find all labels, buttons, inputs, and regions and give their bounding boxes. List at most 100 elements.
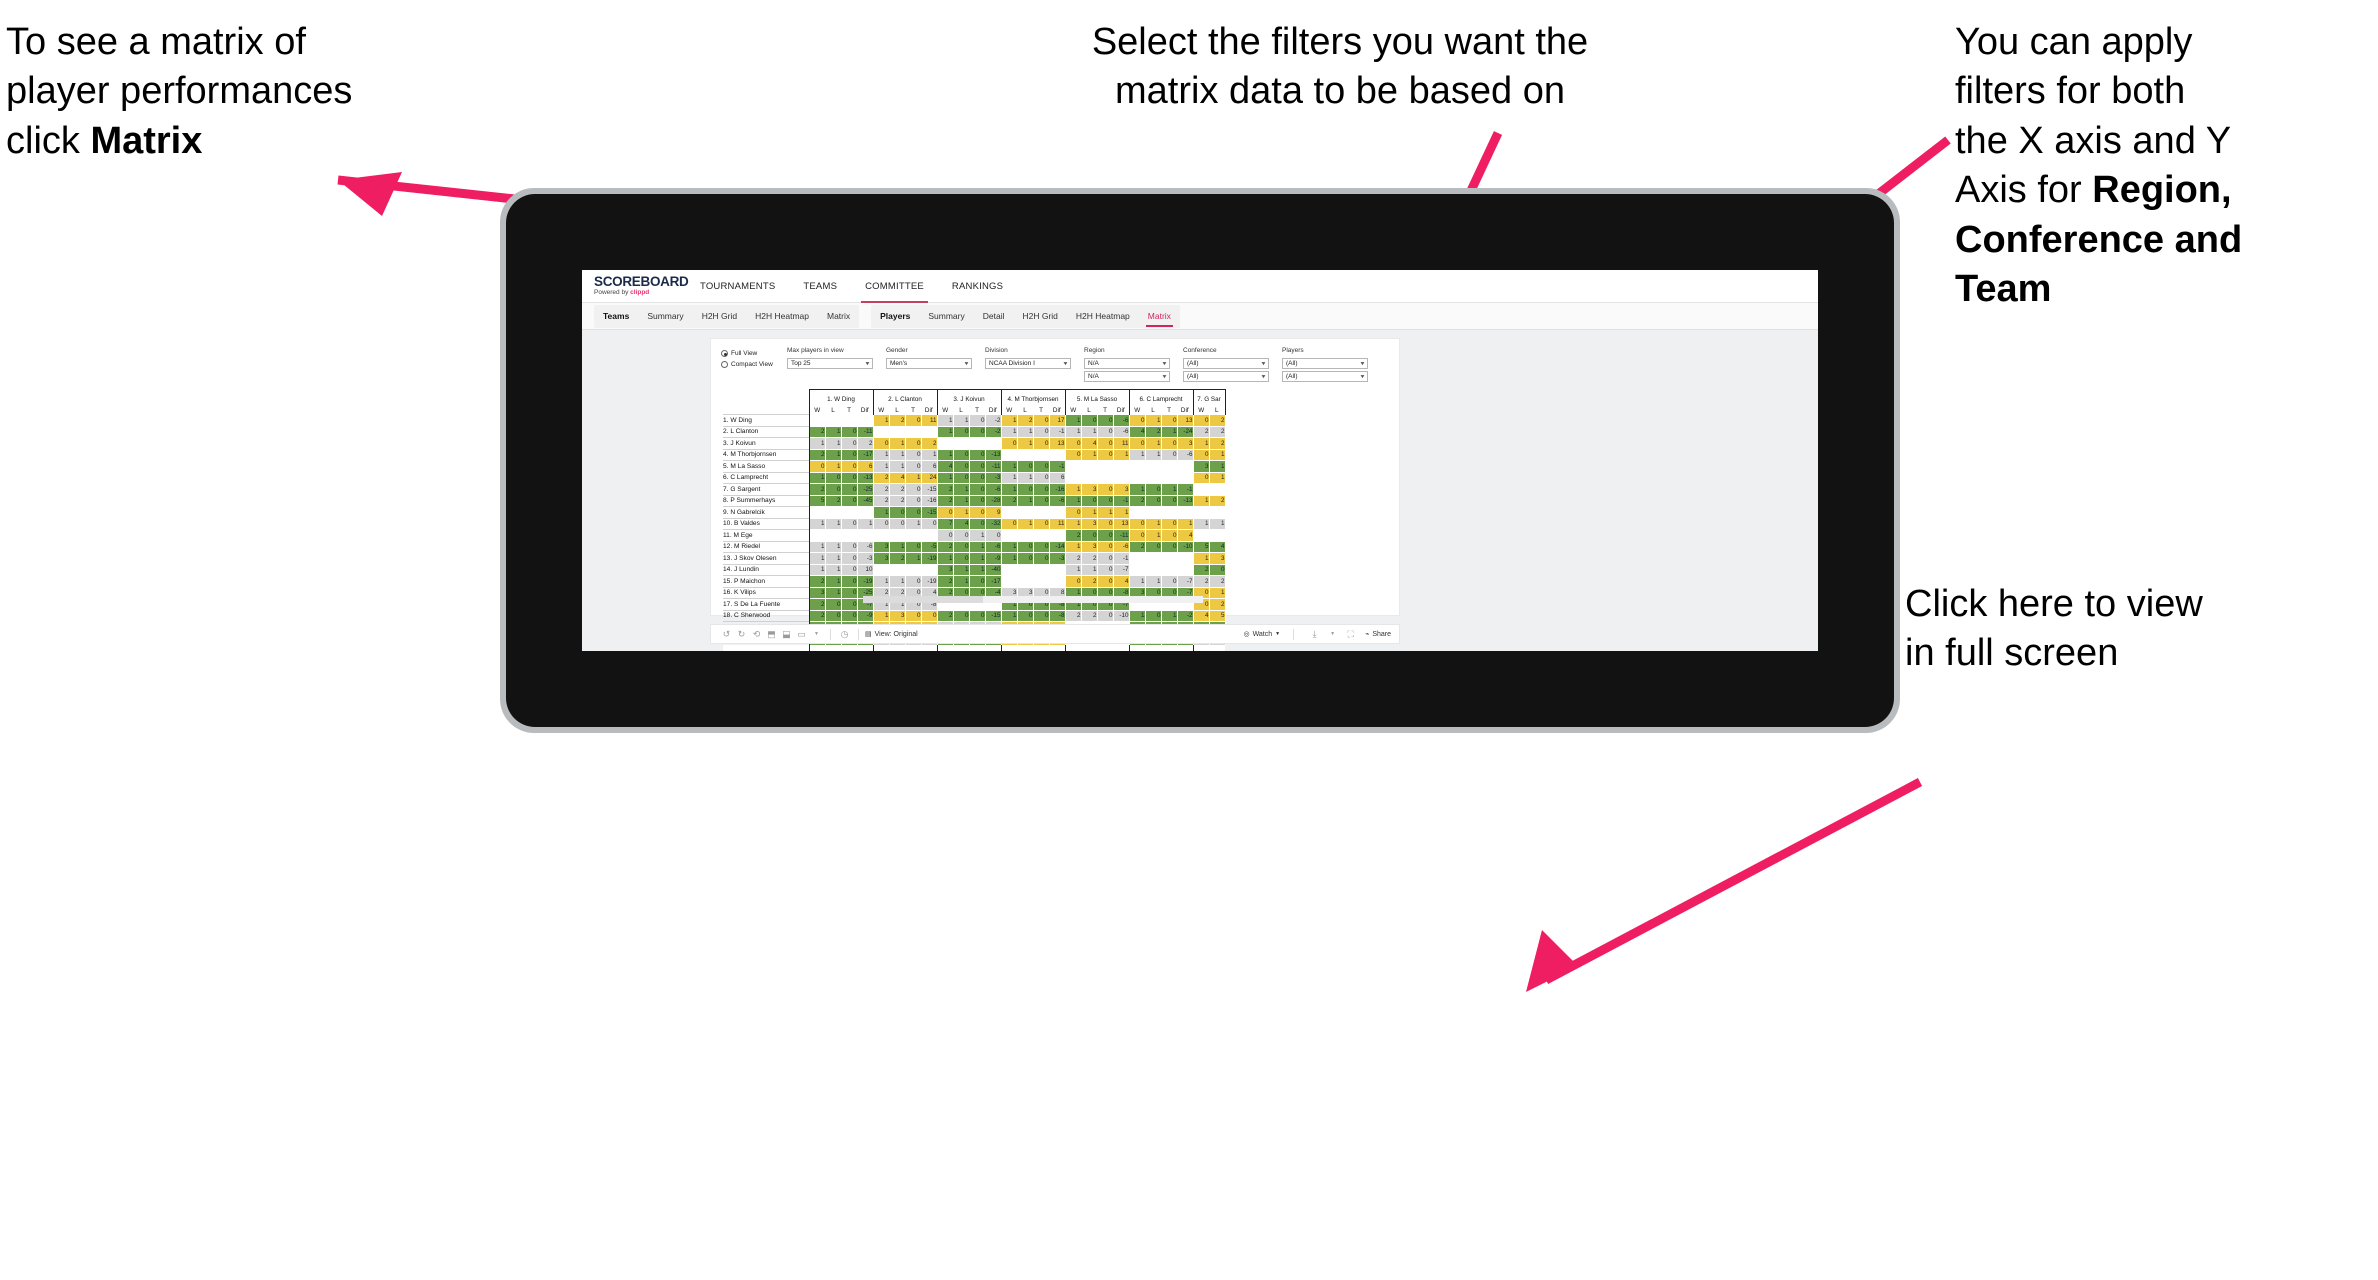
matrix-cell[interactable]: 6 <box>1049 471 1066 484</box>
matrix-cell[interactable] <box>1209 506 1226 518</box>
matrix-cell[interactable]: 0 <box>905 414 922 426</box>
matrix-cell[interactable] <box>1049 529 1066 541</box>
matrix-cell[interactable]: 1 <box>808 471 826 484</box>
matrix-cell[interactable]: 1 <box>1081 506 1098 518</box>
matrix-cell[interactable]: 1 <box>1128 483 1146 495</box>
matrix-cell[interactable]: -1 <box>1113 552 1130 564</box>
matrix-cell[interactable]: -2 <box>985 414 1002 426</box>
matrix-cell[interactable]: -13 <box>857 471 874 484</box>
matrix-cell[interactable]: -11 <box>1113 529 1130 541</box>
matrix-cell[interactable]: 1 <box>1000 471 1018 484</box>
filter-players-y-select[interactable]: (All) ▼ <box>1282 371 1368 382</box>
matrix-cell[interactable]: 1 <box>825 425 842 438</box>
matrix-cell[interactable]: 0 <box>1097 575 1114 587</box>
matrix-cell[interactable]: 0 <box>1033 414 1050 426</box>
matrix-cell[interactable]: 0 <box>1000 517 1018 530</box>
custom-view-icon[interactable]: ▭ <box>794 629 809 640</box>
matrix-cell[interactable]: -15 <box>921 483 938 495</box>
matrix-cell[interactable] <box>905 425 922 438</box>
matrix-cell[interactable]: 1 <box>1192 437 1210 449</box>
matrix-cell[interactable]: 1 <box>1113 506 1130 518</box>
matrix-cell[interactable]: 0 <box>1017 460 1034 472</box>
matrix-cell[interactable]: 4 <box>1128 425 1146 438</box>
matrix-cell[interactable] <box>1177 552 1194 564</box>
matrix-cell[interactable]: 2 <box>889 494 906 507</box>
matrix-cell[interactable]: 0 <box>808 460 826 472</box>
matrix-cell[interactable] <box>872 529 890 541</box>
matrix-cell[interactable]: -10 <box>1113 609 1130 622</box>
matrix-cell[interactable]: -3 <box>1049 552 1066 564</box>
matrix-cell[interactable]: 2 <box>808 448 826 461</box>
matrix-cell[interactable]: 0 <box>1192 448 1210 461</box>
matrix-cell[interactable]: 2 <box>1017 414 1034 426</box>
matrix-cell[interactable]: -6 <box>1049 494 1066 507</box>
matrix-cell[interactable]: 1 <box>872 448 890 461</box>
matrix-cell[interactable]: 0 <box>1064 437 1082 449</box>
matrix-cell[interactable]: 11 <box>1113 437 1130 449</box>
matrix-cell[interactable]: 3 <box>1081 540 1098 553</box>
matrix-cell[interactable]: 1 <box>1209 448 1226 461</box>
matrix-cell[interactable]: 1 <box>889 448 906 461</box>
matrix-cell[interactable] <box>1017 529 1034 541</box>
matrix-cell[interactable]: 5 <box>808 494 826 507</box>
matrix-cell[interactable] <box>808 414 826 426</box>
matrix-cell[interactable]: -1 <box>1177 483 1194 495</box>
filter-region-x-select[interactable]: N/A ▼ <box>1084 358 1170 369</box>
matrix-cell[interactable]: 0 <box>1145 609 1162 622</box>
matrix-cell[interactable] <box>808 506 826 518</box>
matrix-cell[interactable]: 1 <box>825 586 842 599</box>
matrix-cell[interactable]: 1 <box>808 552 826 564</box>
matrix-cell[interactable]: 0 <box>841 517 858 530</box>
matrix-cell[interactable]: 1 <box>969 529 986 541</box>
matrix-cell[interactable]: 0 <box>905 540 922 553</box>
matrix-cell[interactable]: 0 <box>1128 517 1146 530</box>
matrix-cell[interactable]: 0 <box>953 460 970 472</box>
matrix-cell[interactable]: 1 <box>825 448 842 461</box>
filter-gender-select[interactable]: Men's ▼ <box>886 358 972 369</box>
matrix-cell[interactable]: 5 <box>1192 540 1210 553</box>
matrix-cell[interactable]: 2 <box>936 540 954 553</box>
matrix-cell[interactable] <box>1049 506 1066 518</box>
matrix-cell[interactable]: 0 <box>1161 575 1178 587</box>
matrix-cell[interactable]: 1 <box>936 414 954 426</box>
matrix-cell[interactable]: -1 <box>1049 460 1066 472</box>
matrix-cell[interactable]: 5 <box>1209 609 1226 622</box>
view-original-button[interactable]: ▤ View: Original <box>865 630 918 639</box>
download-icon[interactable]: ⤓ <box>1307 629 1322 640</box>
matrix-cell[interactable]: 0 <box>969 425 986 438</box>
matrix-cell[interactable]: 1 <box>825 575 842 587</box>
matrix-cell[interactable]: 2 <box>808 609 826 622</box>
matrix-cell[interactable]: 0 <box>1097 437 1114 449</box>
matrix-cell[interactable]: 2 <box>1081 552 1098 564</box>
matrix-cell[interactable]: 1 <box>1192 552 1210 564</box>
matrix-cell[interactable]: 2 <box>1209 575 1226 587</box>
matrix-cell[interactable]: 1 <box>1000 425 1018 438</box>
view-mode-full[interactable]: Full View <box>721 348 787 359</box>
matrix-cell[interactable]: -19 <box>921 552 938 564</box>
matrix-cell[interactable]: 0 <box>1097 414 1114 426</box>
matrix-cell[interactable]: 0 <box>969 517 986 530</box>
matrix-cell[interactable]: 0 <box>1145 540 1162 553</box>
revert-icon[interactable]: ⟲ <box>749 629 764 640</box>
matrix-cell[interactable]: 10 <box>857 563 874 576</box>
matrix-cell[interactable]: 1 <box>1064 563 1082 576</box>
matrix-cell[interactable]: 0 <box>969 471 986 484</box>
matrix-cell[interactable]: 1 <box>889 437 906 449</box>
matrix-cell[interactable]: -1 <box>1049 425 1066 438</box>
matrix-cell[interactable]: 0 <box>841 460 858 472</box>
matrix-cell[interactable]: 0 <box>1064 575 1082 587</box>
matrix-cell[interactable]: 0 <box>1097 517 1114 530</box>
matrix-cell[interactable]: 0 <box>905 448 922 461</box>
matrix-cell[interactable] <box>1033 529 1050 541</box>
matrix-cell[interactable]: 0 <box>1097 540 1114 553</box>
matrix-cell[interactable]: 0 <box>1097 483 1114 495</box>
matrix-cell[interactable]: 1 <box>1128 609 1146 622</box>
matrix-cell[interactable]: 1 <box>953 506 970 518</box>
matrix-cell[interactable]: 2 <box>1209 414 1226 426</box>
view-mode-compact[interactable]: Compact View <box>721 359 787 370</box>
matrix-cell[interactable] <box>936 437 954 449</box>
matrix-cell[interactable]: 1 <box>1145 517 1162 530</box>
matrix-cell[interactable]: 1 <box>1161 425 1178 438</box>
matrix-cell[interactable]: 0 <box>841 552 858 564</box>
matrix-cell[interactable]: 1 <box>1064 483 1082 495</box>
